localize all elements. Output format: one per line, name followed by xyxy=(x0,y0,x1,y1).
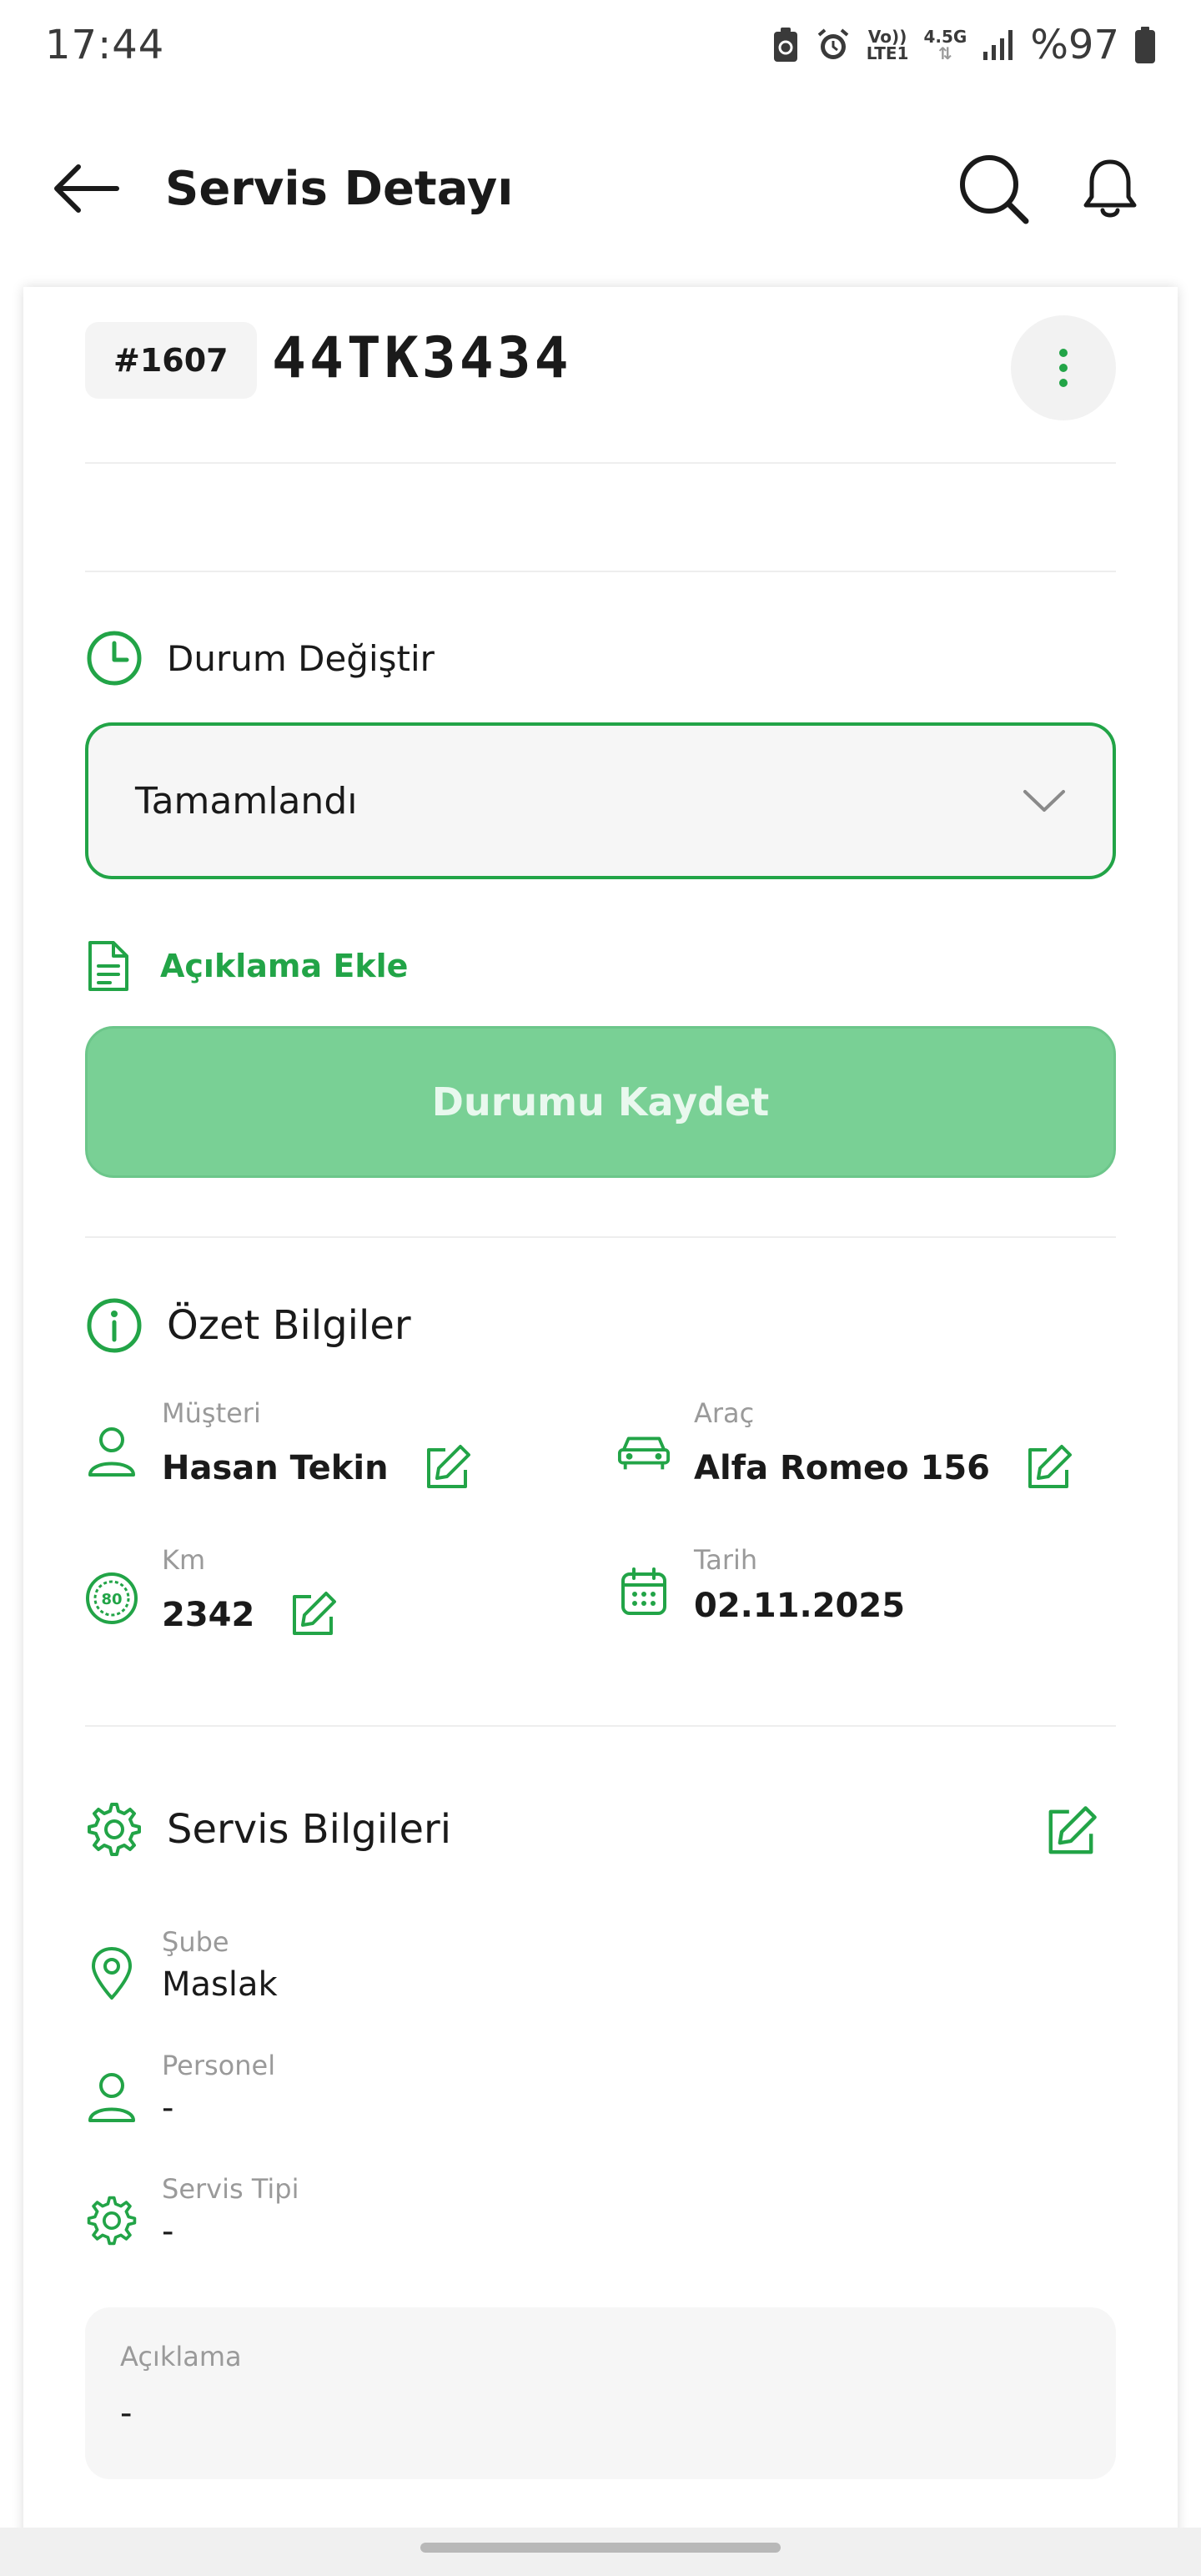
network-type-text: 4.5G xyxy=(923,27,967,47)
service-info-section-header: Servis Bilgileri xyxy=(85,1800,451,1859)
edit-icon xyxy=(1048,1806,1097,1854)
battery-percent: %97 xyxy=(1030,22,1119,68)
car-icon xyxy=(617,1436,671,1470)
edit-km-button[interactable] xyxy=(284,1587,341,1643)
battery-saver-icon xyxy=(771,27,800,63)
staff-value: - xyxy=(162,2089,174,2127)
description-value: - xyxy=(120,2394,133,2433)
divider xyxy=(85,571,1116,572)
status-select-value: Tamamlandı xyxy=(135,779,358,823)
km-value: 2342 xyxy=(162,1596,255,1634)
more-vertical-icon xyxy=(1059,349,1068,387)
home-gesture-handle[interactable] xyxy=(420,2543,781,2553)
status-bar: 17:44 Vo)) LTE1 4.5G ⇅ %97 xyxy=(0,0,1201,90)
volte-indicator: Vo)) LTE1 xyxy=(867,28,909,62)
km-field: 80 Km 2342 xyxy=(85,1543,341,1643)
location-pin-icon xyxy=(92,1947,132,2000)
license-plate: 44TK3434 xyxy=(272,325,572,391)
clock-icon xyxy=(87,631,142,686)
app-bar: Servis Detayı xyxy=(0,90,1201,287)
date-value: 02.11.2025 xyxy=(694,1587,906,1625)
summary-section-title: Özet Bilgiler xyxy=(167,1302,411,1349)
service-id-chip: #1607 xyxy=(85,322,257,399)
edit-service-info-button[interactable] xyxy=(1038,1799,1104,1865)
edit-icon xyxy=(293,1592,337,1635)
add-note-label: Açıklama Ekle xyxy=(160,948,409,984)
search-icon xyxy=(960,155,1029,224)
date-field: Tarih 02.11.2025 xyxy=(617,1543,905,1625)
status-select[interactable]: Tamamlandı xyxy=(85,722,1116,879)
info-icon xyxy=(87,1298,142,1353)
customer-label: Müşteri xyxy=(162,1397,261,1429)
summary-section-header: Özet Bilgiler xyxy=(85,1296,411,1355)
document-icon xyxy=(88,941,128,991)
service-type-field: Servis Tipi - xyxy=(85,2172,299,2251)
customer-value: Hasan Tekin xyxy=(162,1449,389,1487)
battery-icon xyxy=(1134,26,1156,64)
svg-text:80: 80 xyxy=(101,1591,122,1608)
date-label: Tarih xyxy=(694,1544,758,1576)
edit-vehicle-button[interactable] xyxy=(1020,1440,1077,1497)
edit-customer-button[interactable] xyxy=(419,1440,475,1497)
service-info-section-title: Servis Bilgileri xyxy=(167,1806,452,1853)
more-options-button[interactable] xyxy=(1011,315,1116,420)
search-button[interactable] xyxy=(947,143,1039,234)
branch-field: Şube Maslak xyxy=(85,1925,278,2004)
divider xyxy=(85,462,1116,464)
gear-icon xyxy=(88,1803,141,1856)
edit-icon xyxy=(1028,1445,1072,1488)
data-arrows-icon: ⇅ xyxy=(938,43,952,63)
divider xyxy=(85,1236,1116,1238)
branch-label: Şube xyxy=(162,1926,229,1958)
staff-label: Personel xyxy=(162,2050,276,2081)
service-type-label: Servis Tipi xyxy=(162,2173,299,2205)
staff-field: Personel - xyxy=(85,2049,275,2127)
network-indicator: 4.5G ⇅ xyxy=(923,28,967,62)
save-status-button[interactable]: Durumu Kaydet xyxy=(85,1026,1116,1178)
customer-field: Müşteri Hasan Tekin xyxy=(85,1396,475,1497)
divider xyxy=(85,1725,1116,1727)
back-arrow-icon xyxy=(54,164,119,213)
back-button[interactable] xyxy=(45,148,125,229)
status-section-header: Durum Değiştir xyxy=(85,629,435,687)
km-label: Km xyxy=(162,1544,206,1576)
vehicle-label: Araç xyxy=(694,1397,755,1429)
bell-icon xyxy=(1083,159,1137,218)
description-label: Açıklama xyxy=(120,2341,242,2372)
edit-icon xyxy=(426,1445,470,1488)
description-box: Açıklama - xyxy=(85,2307,1116,2479)
alarm-icon xyxy=(815,27,852,63)
vehicle-field: Araç Alfa Romeo 156 xyxy=(617,1396,1077,1497)
vehicle-value: Alfa Romeo 156 xyxy=(694,1449,990,1487)
volte-top-text: Vo)) xyxy=(867,27,907,47)
branch-value: Maslak xyxy=(162,1965,278,2004)
page-title: Servis Detayı xyxy=(165,161,514,216)
user-icon xyxy=(88,1427,135,1477)
status-icons: Vo)) LTE1 4.5G ⇅ %97 xyxy=(771,22,1156,68)
gear-icon xyxy=(87,2196,137,2246)
service-id: #1607 xyxy=(113,342,229,379)
volte-bottom-text: LTE1 xyxy=(866,43,909,63)
calendar-icon xyxy=(621,1567,666,1615)
service-detail-card: #1607 44TK3434 Durum Değiştir Tamamlandı… xyxy=(23,287,1178,2539)
user-icon xyxy=(88,2073,135,2122)
signal-icon xyxy=(982,28,1015,62)
add-note-button[interactable]: Açıklama Ekle xyxy=(85,939,408,993)
status-section-title: Durum Değiştir xyxy=(167,637,435,679)
service-type-value: - xyxy=(162,2212,174,2251)
notifications-button[interactable] xyxy=(1064,143,1156,234)
chevron-down-icon xyxy=(1023,790,1065,812)
speedometer-icon: 80 xyxy=(86,1572,138,1624)
status-time: 17:44 xyxy=(45,22,165,68)
